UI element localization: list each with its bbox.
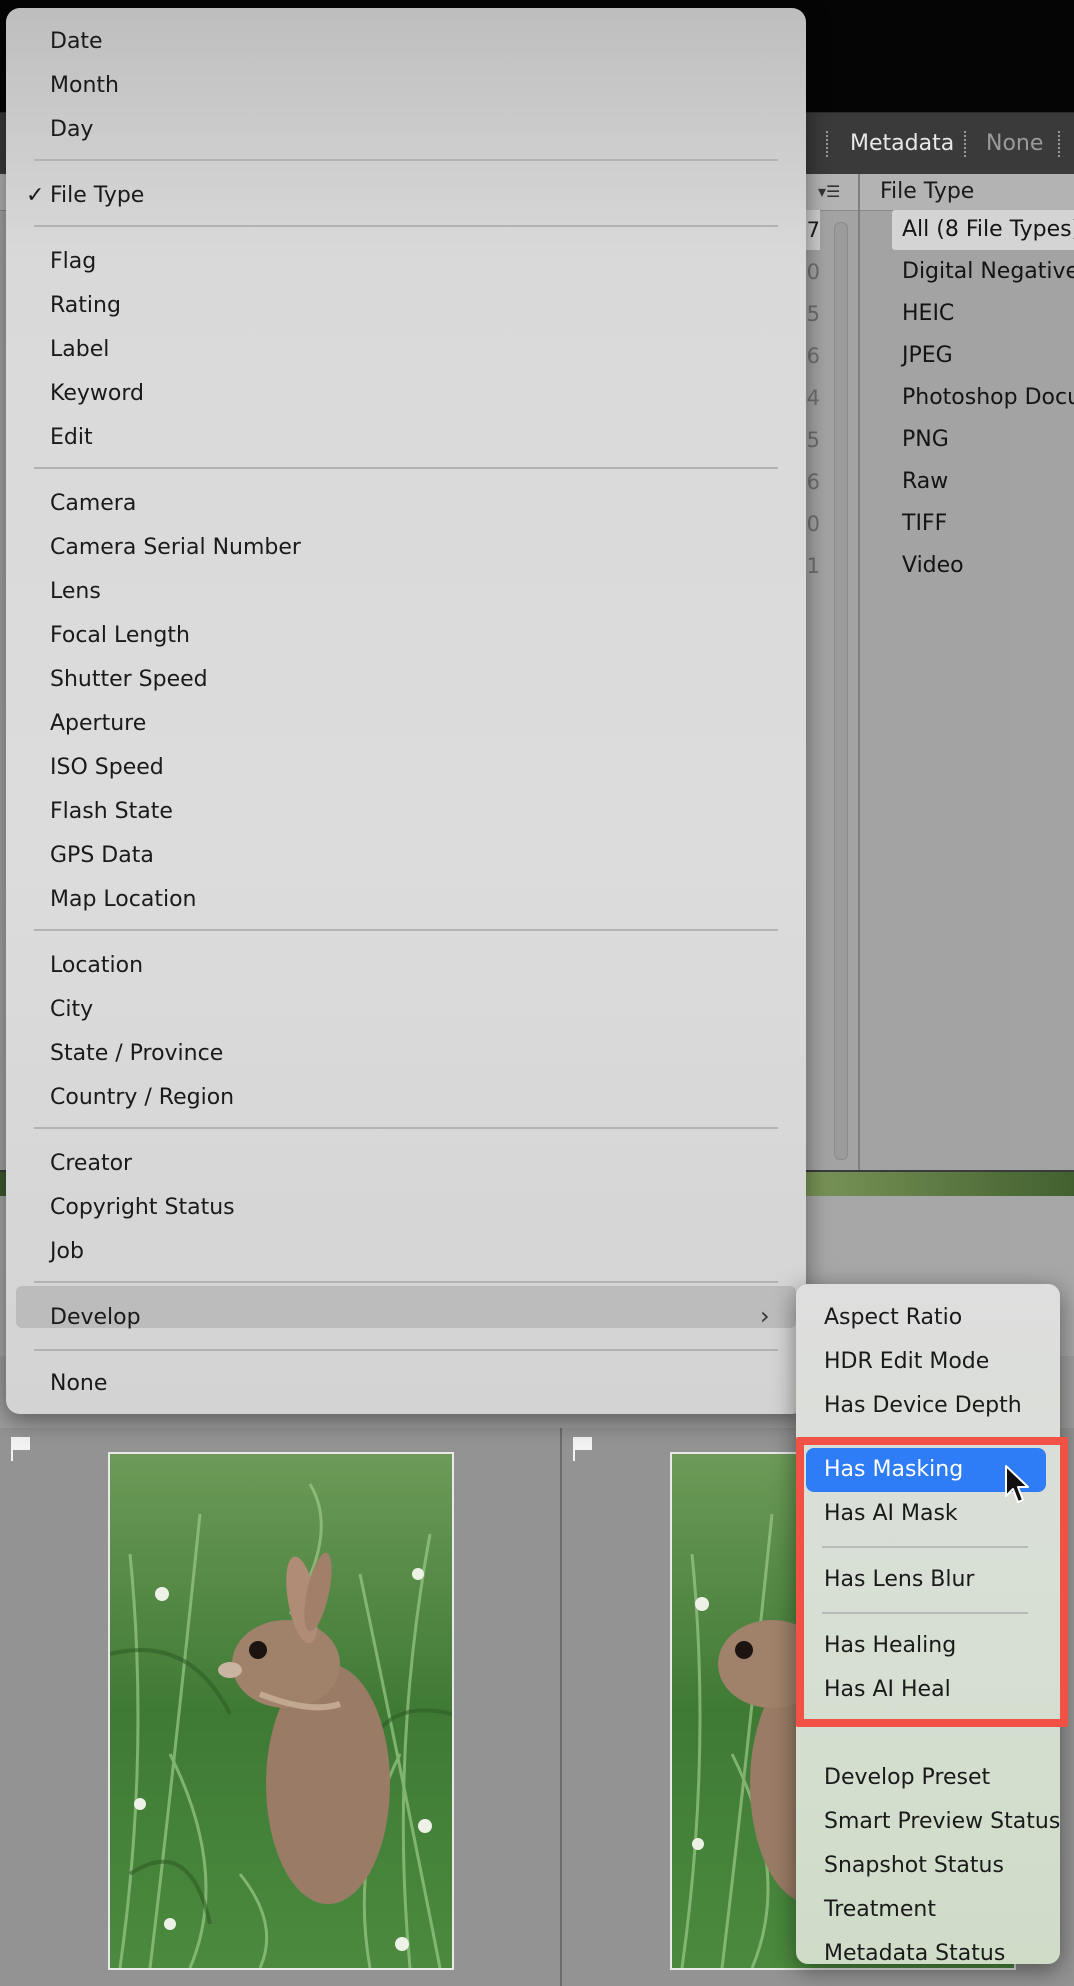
submenu-item-hdr-edit-mode[interactable]: HDR Edit Mode [824,1340,989,1384]
menu-item-city[interactable]: City [50,988,93,1032]
menu-item-flash-state[interactable]: Flash State [50,790,173,834]
menu-item-develop[interactable]: Develop [50,1296,141,1340]
file-type-item[interactable]: Digital Negative / [902,252,1074,292]
menu-separator [34,1349,778,1351]
submenu-item-develop-preset[interactable]: Develop Preset [824,1756,990,1800]
menu-item-job[interactable]: Job [50,1230,84,1274]
file-type-item[interactable]: Photoshop Docum [902,378,1074,418]
menu-item-state-province[interactable]: State / Province [50,1032,223,1076]
filter-separator [964,131,968,157]
menu-item-camera-serial-number[interactable]: Camera Serial Number [50,526,301,570]
menu-item-rating[interactable]: Rating [50,284,121,328]
menu-item-lens[interactable]: Lens [50,570,101,614]
menu-item-shutter-speed[interactable]: Shutter Speed [50,658,208,702]
menu-item-edit[interactable]: Edit [50,416,93,460]
sort-menu-icon[interactable]: ▾☰ [818,174,840,210]
filter-separator [1058,131,1062,157]
menu-separator [34,159,778,161]
checkmark-icon: ✓ [26,183,45,208]
flag-icon[interactable] [10,1436,32,1462]
menu-item-label[interactable]: Label [50,328,109,372]
filter-column-menu: Date Month Day ✓ File Type Flag Rating L… [6,8,806,1414]
flag-icon[interactable] [572,1436,594,1462]
menu-item-focal-length[interactable]: Focal Length [50,614,190,658]
menu-item-country-region[interactable]: Country / Region [50,1076,234,1120]
menu-separator [34,1281,778,1283]
file-type-item[interactable]: Video [902,546,964,586]
menu-item-map-location[interactable]: Map Location [50,878,196,922]
column-scrollbar[interactable] [834,222,848,1160]
menu-separator [34,225,778,227]
menu-item-keyword[interactable]: Keyword [50,372,144,416]
submenu-item-aspect-ratio[interactable]: Aspect Ratio [824,1296,962,1340]
submenu-item-snapshot-status[interactable]: Snapshot Status [824,1844,1004,1888]
menu-item-none[interactable]: None [50,1362,107,1406]
mouse-pointer-icon [1005,1465,1029,1503]
submenu-item-metadata-status[interactable]: Metadata Status [824,1932,1005,1976]
menu-separator [34,467,778,469]
menu-item-date[interactable]: Date [50,20,103,64]
filter-none-tab[interactable]: None [986,113,1043,175]
menu-separator [34,1127,778,1129]
menu-item-creator[interactable]: Creator [50,1142,132,1186]
filter-metadata-tab[interactable]: Metadata [850,113,954,175]
submenu-item-has-device-depth[interactable]: Has Device Depth [824,1384,1022,1428]
menu-item-iso-speed[interactable]: ISO Speed [50,746,164,790]
photo-thumbnail[interactable] [108,1452,454,1970]
menu-item-location[interactable]: Location [50,944,143,988]
file-type-item[interactable]: TIFF [902,504,947,544]
grid-cell-divider [560,1428,562,1986]
menu-separator [34,929,778,931]
file-type-item[interactable]: JPEG [902,336,953,376]
rabbit-photo [110,1454,452,1968]
menu-item-gps-data[interactable]: GPS Data [50,834,154,878]
file-type-item[interactable]: HEIC [902,294,954,334]
submenu-item-treatment[interactable]: Treatment [824,1888,936,1932]
menu-item-day[interactable]: Day [50,108,93,152]
column-header-file-type[interactable]: File Type [880,174,974,210]
filter-separator [826,131,830,157]
chevron-right-icon: › [760,1302,770,1330]
column-divider [858,174,860,1172]
menu-item-camera[interactable]: Camera [50,482,136,526]
menu-item-month[interactable]: Month [50,64,119,108]
menu-item-copyright-status[interactable]: Copyright Status [50,1186,235,1230]
file-type-item[interactable]: Raw [902,462,948,502]
menu-item-aperture[interactable]: Aperture [50,702,146,746]
menu-item-flag[interactable]: Flag [50,240,96,284]
file-type-item[interactable]: PNG [902,420,949,460]
file-type-item-all[interactable]: All (8 File Types) [892,210,1074,250]
submenu-item-smart-preview-status[interactable]: Smart Preview Status [824,1800,1060,1844]
menu-item-file-type[interactable]: File Type [50,174,144,218]
